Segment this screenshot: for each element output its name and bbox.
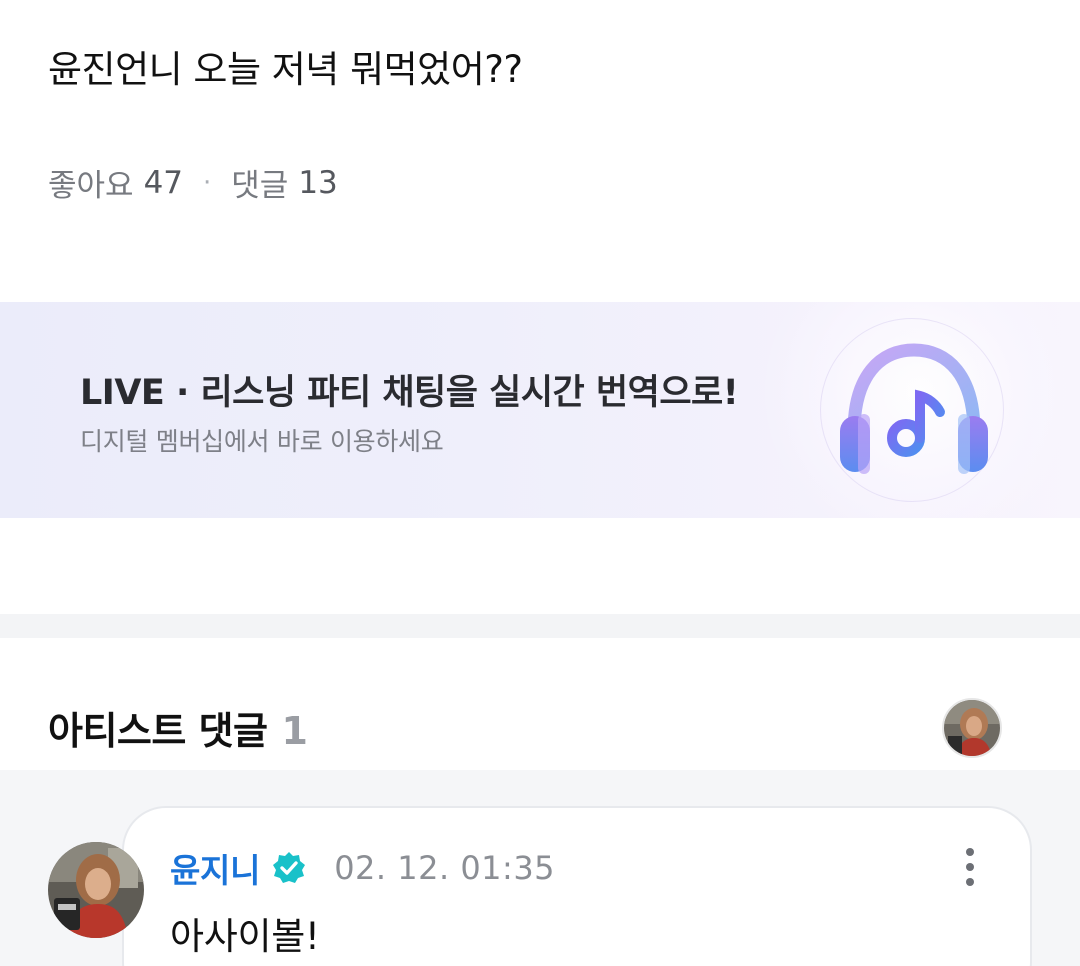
banner-subtitle: 디지털 멤버십에서 바로 이용하세요 bbox=[80, 427, 444, 456]
post-detail-page: 윤진언니 오늘 저녁 뭐먹었어?? 좋아요 47 · 댓글 13 LIVE · … bbox=[0, 0, 1080, 966]
promo-banner[interactable]: LIVE · 리스닝 파티 채팅을 실시간 번역으로! 디지털 멤버십에서 바로… bbox=[0, 302, 1080, 518]
headphones-music-note-icon bbox=[840, 343, 988, 474]
artist-comments-count: 1 bbox=[281, 709, 308, 753]
artist-avatar-small[interactable] bbox=[942, 698, 1002, 758]
avatar-photo bbox=[48, 842, 144, 938]
artist-comments-header: 아티스트 댓글 1 bbox=[48, 700, 308, 755]
comment-stat[interactable]: 댓글 13 bbox=[231, 160, 338, 205]
likes-count: 47 bbox=[143, 164, 184, 201]
verified-badge-icon bbox=[273, 852, 306, 883]
banner-title: LIVE · 리스닝 파티 채팅을 실시간 번역으로! bbox=[80, 373, 739, 413]
section-divider bbox=[0, 614, 1080, 638]
comments-label: 댓글 bbox=[231, 168, 289, 204]
stat-separator: · bbox=[203, 167, 212, 198]
post-stats: 좋아요 47 · 댓글 13 bbox=[48, 160, 338, 205]
more-dot bbox=[966, 863, 974, 871]
comment-timestamp: 02. 12. 01:35 bbox=[334, 849, 556, 887]
avatar-photo bbox=[944, 700, 1000, 756]
comment-author-name[interactable]: 윤지니 bbox=[170, 844, 260, 892]
more-options-icon[interactable] bbox=[956, 846, 984, 888]
comment-text: 아사이볼! bbox=[170, 915, 320, 958]
post-title: 윤진언니 오늘 저녁 뭐먹었어?? bbox=[48, 48, 523, 91]
like-stat[interactable]: 좋아요 47 bbox=[48, 160, 183, 205]
artist-comments-title: 아티스트 댓글 bbox=[48, 709, 268, 753]
likes-label: 좋아요 bbox=[48, 168, 134, 204]
more-dot bbox=[966, 878, 974, 886]
comment-author-avatar[interactable] bbox=[48, 842, 144, 938]
more-dot bbox=[966, 848, 974, 856]
comment-author-row: 윤지니 02. 12. 01:35 bbox=[170, 844, 555, 892]
comments-count: 13 bbox=[298, 164, 338, 201]
